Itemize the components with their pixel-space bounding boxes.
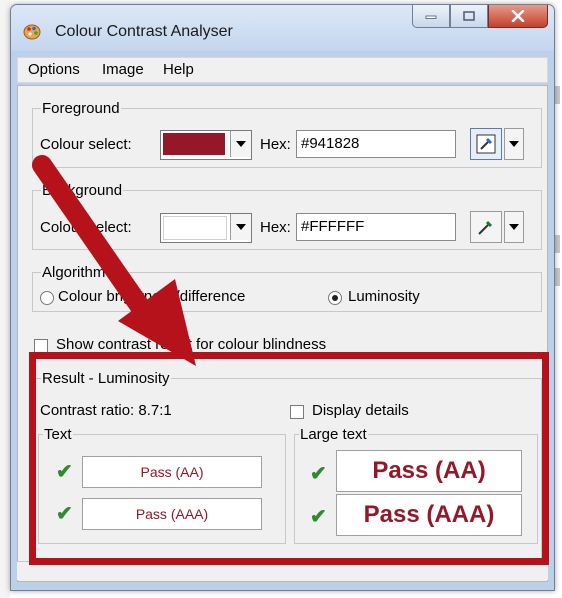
dropdown-arrow-icon	[236, 141, 246, 147]
show-blindness-checkbox[interactable]	[34, 339, 48, 353]
background-left-strip	[0, 0, 10, 598]
close-button[interactable]	[488, 5, 548, 28]
bg-colour-swatch	[163, 216, 227, 240]
bg-colour-select-label: Colour select:	[40, 219, 132, 236]
radio-brightness[interactable]	[40, 291, 54, 305]
bg-hex-label: Hex:	[260, 219, 291, 236]
show-blindness-label: Show contrast result for colour blindnes…	[56, 336, 327, 353]
fg-picker-dropdown[interactable]	[504, 128, 524, 160]
fg-colour-select-label: Colour select:	[40, 136, 132, 153]
bg-eyedropper-button[interactable]	[470, 211, 502, 243]
bg-colour-select[interactable]	[160, 213, 252, 243]
background-group: Background	[32, 182, 542, 250]
eyedropper-icon	[476, 134, 496, 154]
dropdown-arrow-icon	[509, 224, 519, 230]
radio-brightness-label: Colour brightness/difference	[58, 288, 246, 305]
app-palette-icon	[23, 24, 41, 40]
radio-luminosity[interactable]	[328, 291, 342, 305]
close-icon	[511, 10, 525, 22]
minimize-icon	[425, 15, 437, 19]
radio-luminosity-label: Luminosity	[348, 288, 420, 305]
fg-eyedropper-button[interactable]	[470, 128, 502, 160]
fg-dropdown-arrow[interactable]	[230, 131, 251, 157]
dropdown-arrow-icon	[236, 224, 246, 230]
menu-options[interactable]: Options	[28, 61, 80, 78]
fg-hex-input[interactable]: #941828	[296, 130, 456, 158]
window-title: Colour Contrast Analyser	[55, 23, 233, 40]
result-highlight-box	[29, 352, 549, 565]
foreground-legend: Foreground	[42, 100, 120, 117]
bg-hex-input[interactable]: #FFFFFF	[296, 213, 456, 241]
maximize-icon	[463, 11, 475, 21]
fg-colour-swatch	[163, 133, 225, 155]
eyedropper-icon	[478, 220, 493, 235]
dropdown-arrow-icon	[509, 141, 519, 147]
maximize-button[interactable]	[450, 5, 488, 28]
bg-picker-dropdown[interactable]	[504, 211, 524, 243]
title-bar[interactable]: Colour Contrast Analyser	[11, 5, 554, 51]
algorithm-legend: Algorithm	[42, 264, 106, 281]
menu-image[interactable]: Image	[102, 61, 144, 78]
fg-colour-select[interactable]	[160, 130, 252, 160]
menu-help[interactable]: Help	[163, 61, 194, 78]
fg-hex-label: Hex:	[260, 136, 291, 153]
bg-dropdown-arrow[interactable]	[230, 214, 251, 240]
caption-buttons	[412, 5, 548, 29]
minimize-button[interactable]	[412, 5, 450, 28]
foreground-group: Foreground	[32, 100, 542, 168]
background-legend: Background	[42, 182, 123, 199]
menu-bar: Options Image Help	[17, 57, 548, 83]
